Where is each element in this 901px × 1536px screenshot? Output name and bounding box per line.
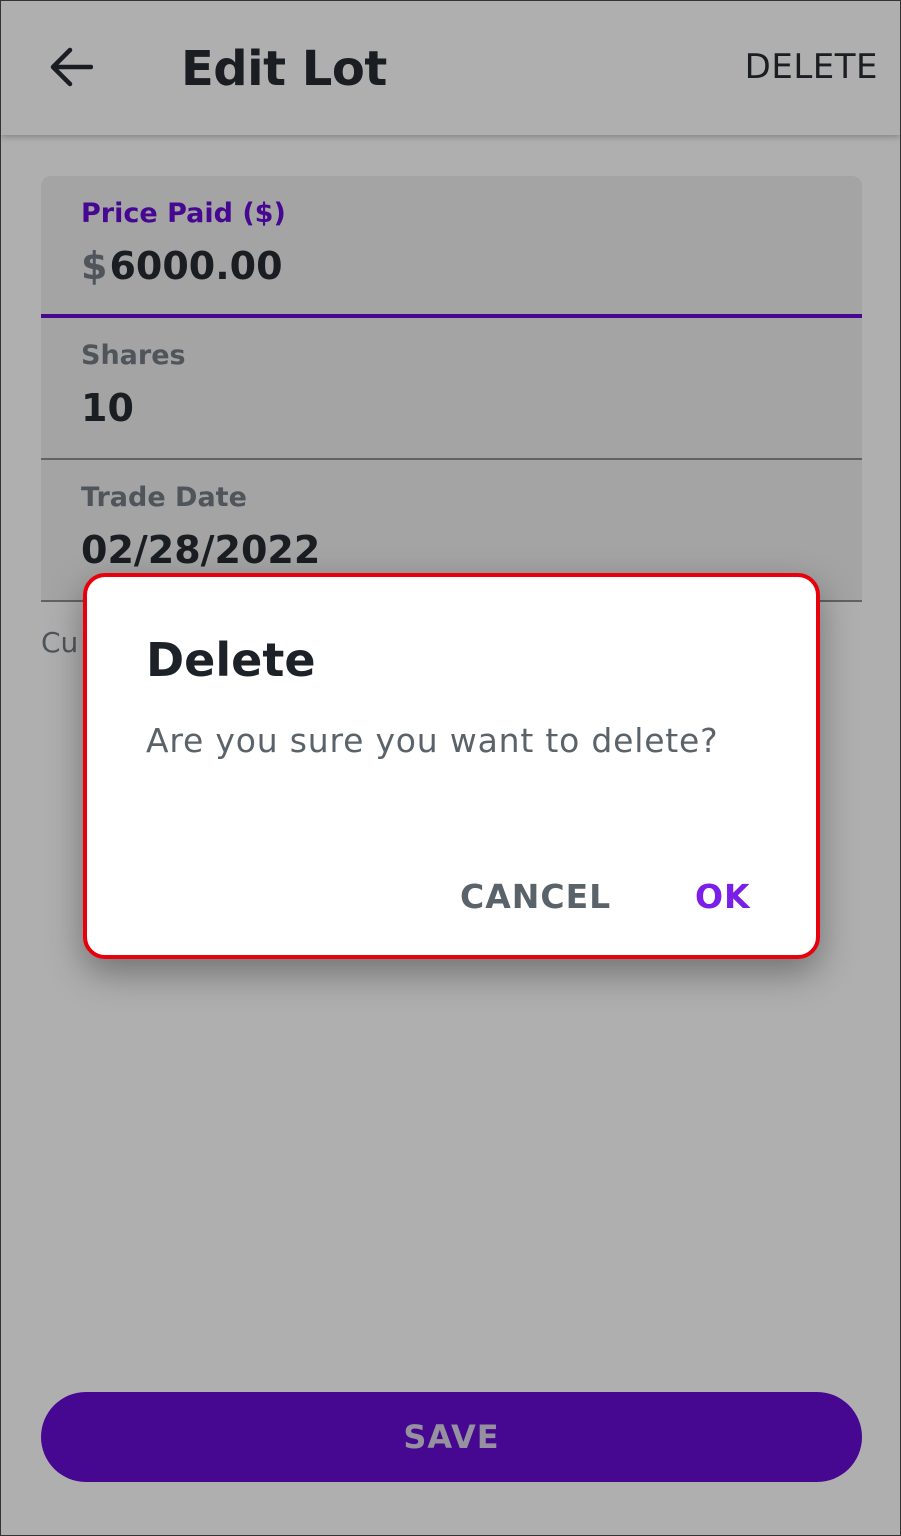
dialog-message: Are you sure you want to delete?	[146, 721, 719, 760]
delete-confirm-dialog: Delete Are you sure you want to delete? …	[83, 573, 820, 959]
cancel-button[interactable]: CANCEL	[460, 877, 611, 916]
ok-button[interactable]: OK	[695, 877, 751, 916]
dialog-title: Delete	[146, 633, 316, 687]
edit-lot-screen: Edit Lot DELETE Price Paid ($) $6000.00 …	[0, 0, 901, 1536]
